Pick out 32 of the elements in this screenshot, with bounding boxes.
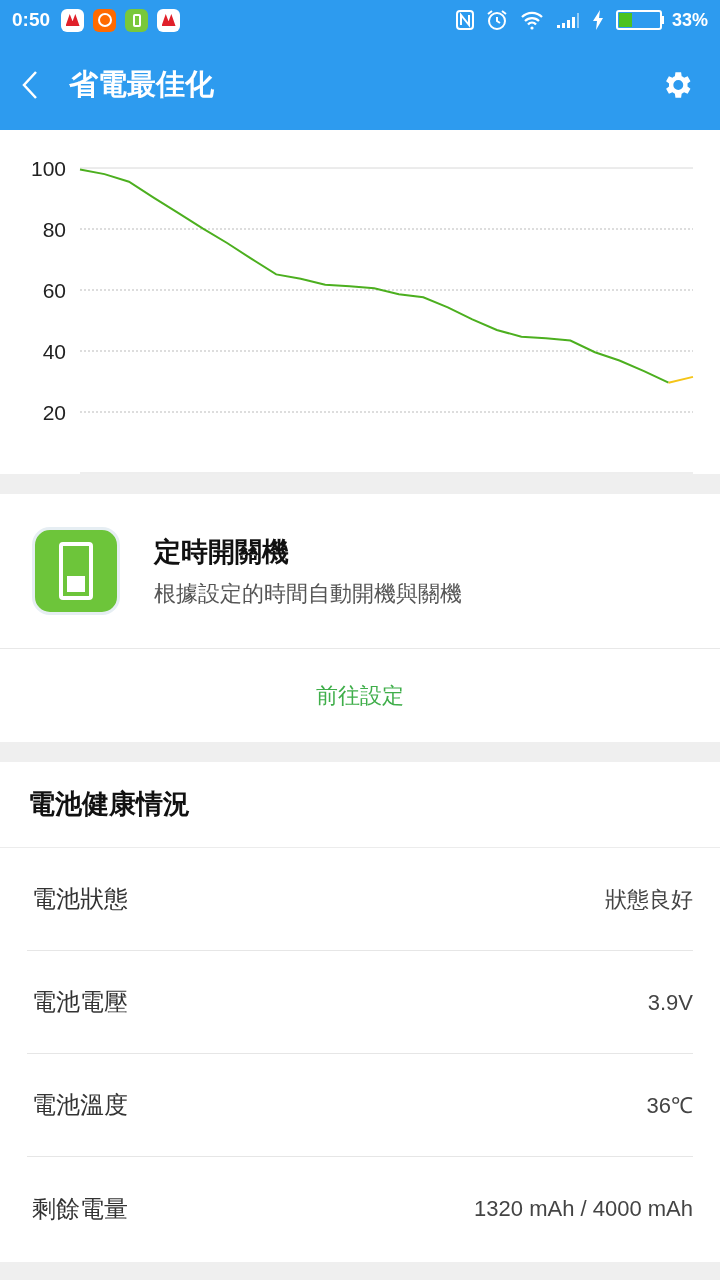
back-icon (22, 70, 38, 100)
battery-percent: 33% (671, 8, 708, 32)
nfc-icon (455, 10, 474, 30)
signal-icon (555, 12, 580, 28)
page-title: 省電最佳化 (69, 67, 214, 103)
info-value: 狀態良好 (605, 885, 693, 914)
wifi-icon (519, 10, 544, 30)
notification-app-icon (93, 8, 117, 32)
info-label: 剩餘電量 (32, 1193, 128, 1224)
section-title: 電池健康情況 (28, 788, 190, 822)
info-label: 電池狀態 (32, 884, 128, 914)
axis-tick-label: 100 (30, 156, 66, 180)
battery-icon (615, 10, 664, 30)
info-value: 1320 mAh / 4000 mAh (474, 1195, 693, 1223)
info-value: 36℃ (646, 1091, 693, 1120)
feature-description: 根據設定的時間自動開機與關機 (154, 579, 462, 608)
info-label: 電池電壓 (32, 987, 128, 1017)
go-to-settings-link[interactable]: 前往設定 (316, 679, 404, 712)
status-time: 0:50 (12, 7, 51, 32)
axis-tick-label: 40 (42, 339, 66, 363)
axis-tick-label: 80 (42, 217, 66, 241)
notification-app-icon (125, 8, 149, 32)
battery-app-icon (32, 527, 120, 615)
notification-app-icon (61, 8, 85, 32)
notification-app-icon (157, 8, 181, 32)
alarm-clock-icon (485, 9, 508, 31)
axis-tick-label: 20 (42, 400, 66, 424)
feature-title: 定時開關機 (154, 536, 290, 570)
charging-bolt-icon (591, 10, 604, 30)
info-label: 電池溫度 (32, 1090, 128, 1120)
info-value: 3.9V (647, 988, 693, 1017)
axis-tick-label: 60 (42, 278, 66, 302)
